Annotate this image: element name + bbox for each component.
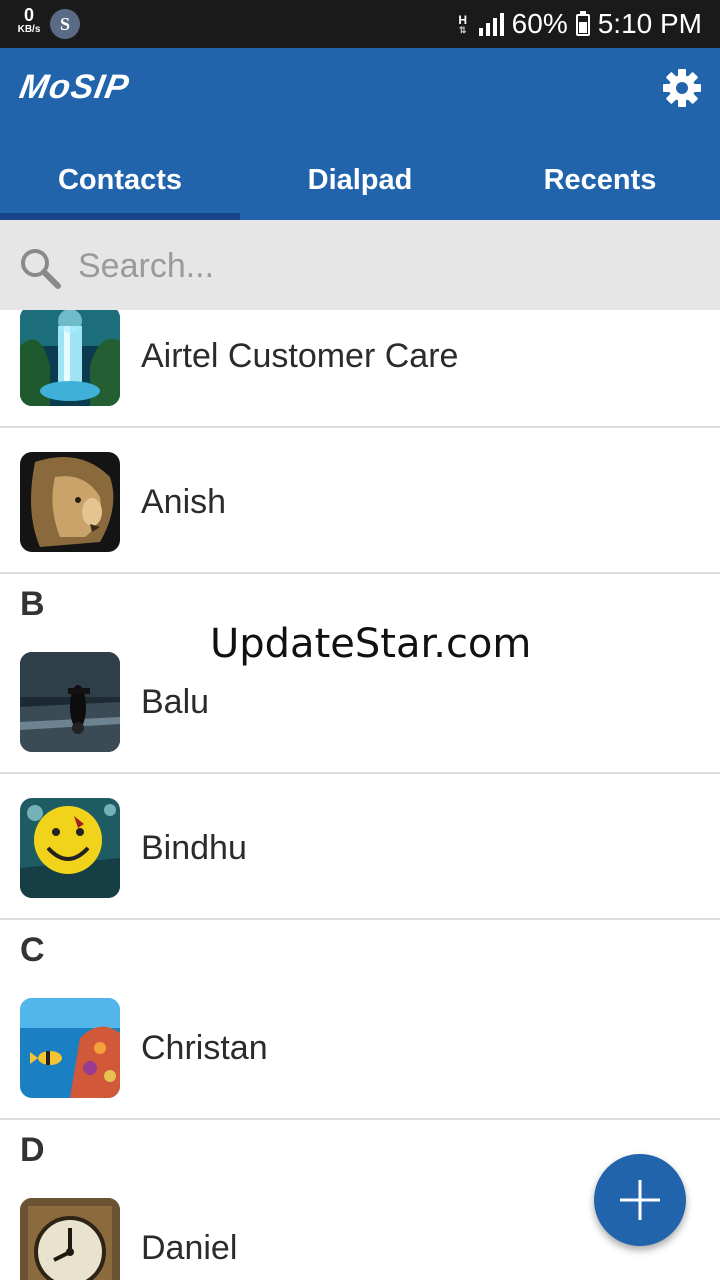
gear-icon	[663, 69, 701, 107]
contact-name: Airtel Customer Care	[141, 337, 459, 375]
row-divider	[0, 918, 720, 920]
section-header-d: D	[20, 1131, 45, 1169]
search-input[interactable]	[78, 238, 678, 294]
net-speed-value: 0	[23, 5, 34, 25]
contact-row[interactable]: Airtel Customer Care	[0, 310, 720, 426]
settings-button[interactable]	[662, 68, 702, 108]
tab-recents[interactable]: Recents	[480, 140, 720, 220]
row-divider	[0, 572, 720, 574]
contact-row[interactable]: Anish	[0, 428, 720, 572]
contact-name: Christan	[141, 1029, 268, 1067]
search-bar	[0, 220, 720, 310]
contact-name: Bindhu	[141, 829, 247, 867]
contact-avatar	[20, 652, 120, 752]
section-header-b: B	[20, 585, 45, 623]
watermark-text: UpdateStar.com	[210, 621, 532, 667]
app-bar: MoSIP Contacts Dialpad Recents	[0, 48, 720, 220]
contact-avatar	[20, 310, 120, 406]
contact-avatar	[20, 798, 120, 898]
status-bar: 0 KB/s S H ⇅ 60% 5:10 PM	[0, 0, 720, 48]
signal-icon	[478, 13, 504, 36]
clock: 5:10 PM	[597, 8, 702, 39]
contact-row[interactable]: Bindhu	[0, 774, 720, 918]
tab-contacts[interactable]: Contacts	[0, 140, 240, 220]
tab-dialpad[interactable]: Dialpad	[240, 140, 480, 220]
contact-row[interactable]: Christan	[0, 984, 720, 1118]
contact-name: Balu	[141, 683, 210, 721]
battery-percent: 60%	[511, 8, 568, 39]
net-speed-unit: KB/s	[17, 24, 41, 35]
contact-avatar	[20, 998, 120, 1098]
contact-list[interactable]: Airtel Customer Care Anish B Balu Bindhu…	[0, 310, 720, 1280]
tab-bar: Contacts Dialpad Recents	[0, 140, 720, 220]
battery-icon	[575, 11, 590, 36]
plus-icon	[620, 1180, 660, 1220]
contact-name: Anish	[141, 483, 227, 521]
status-right: H ⇅ 60% 5:10 PM	[456, 0, 702, 48]
contact-avatar	[20, 1198, 120, 1280]
net-speed-indicator: 0 KB/s	[14, 6, 44, 35]
add-contact-button[interactable]	[594, 1154, 686, 1246]
section-header-c: C	[20, 931, 45, 969]
app-logo: MoSIP	[16, 68, 133, 106]
search-icon	[21, 249, 61, 289]
row-divider	[0, 1118, 720, 1120]
contact-avatar	[20, 452, 120, 552]
app-notification-icon: S	[50, 9, 80, 39]
network-type-icon: H ⇅	[458, 12, 467, 35]
contact-name: Daniel	[141, 1229, 238, 1267]
